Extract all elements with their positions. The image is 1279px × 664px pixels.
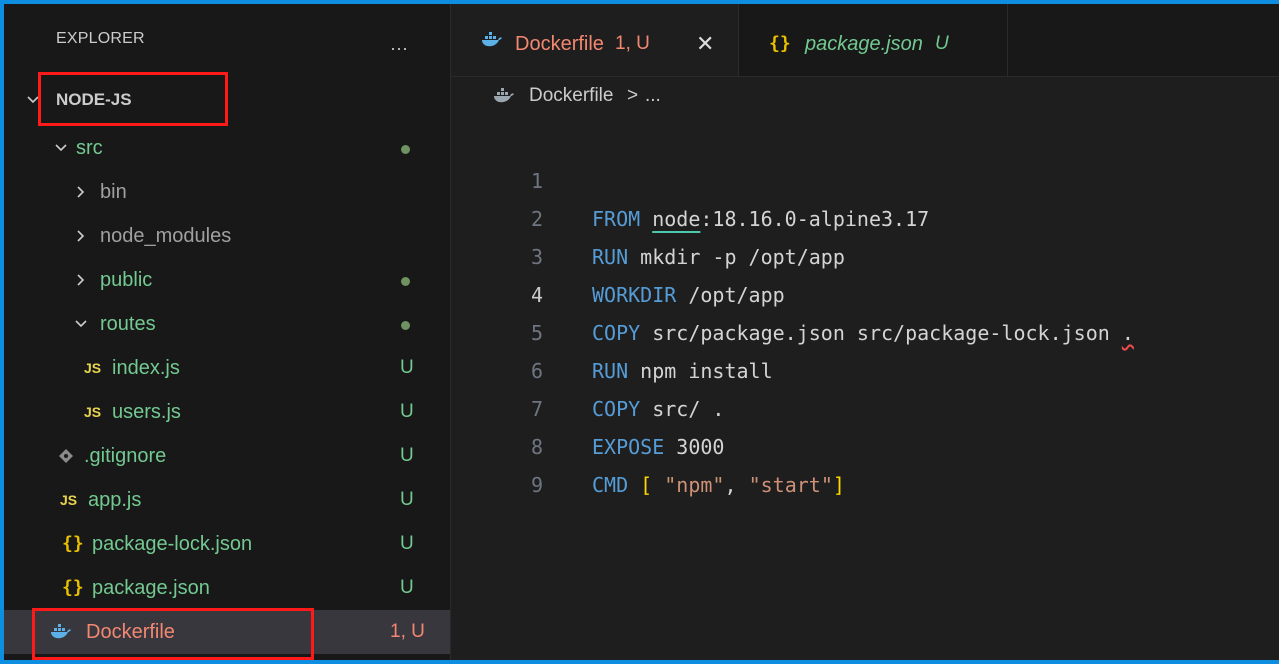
docker-file-icon <box>50 610 72 654</box>
tree-folder-node-modules[interactable]: node_modules <box>4 214 450 258</box>
explorer-header: EXPLORER ··· <box>4 4 450 57</box>
code-line: 7 EXPOSE 3000 <box>451 352 1279 459</box>
tree-item-label: users.js <box>112 401 181 423</box>
tree-folder-src[interactable]: src <box>4 126 450 170</box>
chevron-right-icon <box>74 214 90 258</box>
tab-package-json[interactable]: {} package.json U <box>739 4 1008 76</box>
problem-status-badge: 1, U <box>390 621 425 642</box>
code-line: 1 FROM node:18.16.0-alpine3.17 <box>451 124 1279 231</box>
git-file-icon <box>58 434 74 478</box>
chevron-down-icon <box>54 126 70 170</box>
chevron-down-icon <box>26 78 42 122</box>
json-file-icon: {} <box>62 577 84 598</box>
tree-file-package-lock-json[interactable]: {} package-lock.json U <box>4 522 450 566</box>
tab-dockerfile[interactable]: Dockerfile 1, U ✕ <box>451 4 739 76</box>
tree-item-label: src <box>76 137 103 159</box>
tree-file-index-js[interactable]: JS index.js U <box>4 346 450 390</box>
vscode-window: EXPLORER ··· NODE-JS src bin node_module… <box>4 4 1279 660</box>
git-status-badge: U <box>400 489 414 510</box>
code-line: 9 <box>451 428 1279 497</box>
tree-folder-routes[interactable]: routes <box>4 302 450 346</box>
tree-item-label: routes <box>100 313 156 335</box>
code-line: 5 RUN npm install <box>451 276 1279 383</box>
git-status-badge: U <box>400 401 414 422</box>
tab-status: U <box>935 33 949 54</box>
tree-file-gitignore[interactable]: .gitignore U <box>4 434 450 478</box>
code-line: 2 RUN mkdir -p /opt/app <box>451 162 1279 269</box>
root-folder-label: NODE-JS <box>56 90 132 109</box>
tree-folder-bin[interactable]: bin <box>4 170 450 214</box>
tree-item-label: package-lock.json <box>92 533 253 555</box>
tree-item-label: Dockerfile <box>86 621 175 643</box>
editor-tab-bar: Dockerfile 1, U ✕ {} package.json U <box>451 4 1279 77</box>
code-line: 3 WORKDIR /opt/app <box>451 200 1279 307</box>
javascript-file-icon: JS <box>84 404 102 420</box>
modified-dot-icon <box>401 321 410 330</box>
docker-file-icon <box>481 18 503 62</box>
breadcrumb-file[interactable]: Dockerfile <box>529 76 613 116</box>
modified-dot-icon <box>401 277 410 286</box>
code-line: 8 CMD [ "npm", "start"] <box>451 390 1279 497</box>
tree-item-label: bin <box>100 181 127 203</box>
code-editor[interactable]: 1 FROM node:18.16.0-alpine3.17 2 RUN mkd… <box>451 124 1279 660</box>
git-status-badge: U <box>400 357 414 378</box>
tab-label: package.json <box>805 33 923 55</box>
tree-folder-public[interactable]: public <box>4 258 450 302</box>
modified-dot-icon <box>401 145 410 154</box>
close-icon[interactable]: ✕ <box>696 10 714 78</box>
chevron-right-icon <box>74 258 90 302</box>
tree-file-app-js[interactable]: JS app.js U <box>4 478 450 522</box>
git-status-badge: U <box>400 577 414 598</box>
tree-file-package-json[interactable]: {} package.json U <box>4 566 450 610</box>
explorer-sidebar: EXPLORER ··· NODE-JS src bin node_module… <box>4 4 451 660</box>
explorer-title: EXPLORER <box>56 30 145 47</box>
breadcrumb-rest[interactable]: ... <box>645 76 661 116</box>
code-line: 6 COPY src/ . <box>451 314 1279 421</box>
more-actions-icon[interactable]: ··· <box>390 39 408 57</box>
tree-root-node-js[interactable]: NODE-JS <box>4 78 450 122</box>
code-text: CMD [ "npm", "start"] <box>592 473 845 497</box>
docker-file-icon <box>493 74 515 118</box>
tab-status: 1, U <box>615 33 650 54</box>
breadcrumb-separator: > <box>627 85 639 106</box>
tree-file-dockerfile[interactable]: Dockerfile 1, U <box>4 610 450 654</box>
tree-file-users-js[interactable]: JS users.js U <box>4 390 450 434</box>
json-file-icon: {} <box>62 533 84 554</box>
tree-item-label: public <box>100 269 153 291</box>
breadcrumb: Dockerfile > ... <box>451 76 1279 116</box>
code-line-current: 4 COPY src/package.json src/package-lock… <box>451 238 1279 345</box>
javascript-file-icon: JS <box>60 492 78 508</box>
tree-item-label: app.js <box>88 489 142 511</box>
tree-item-label: index.js <box>112 357 180 379</box>
chevron-down-icon <box>74 302 90 346</box>
tab-label: Dockerfile <box>515 33 604 55</box>
tree-item-label: package.json <box>92 577 210 599</box>
tree-item-label: .gitignore <box>84 445 167 467</box>
git-status-badge: U <box>400 533 414 554</box>
line-number: 9 <box>530 473 543 497</box>
javascript-file-icon: JS <box>84 360 102 376</box>
json-file-icon: {} <box>769 33 791 54</box>
chevron-right-icon <box>74 170 90 214</box>
tree-item-label: node_modules <box>100 225 232 247</box>
git-status-badge: U <box>400 445 414 466</box>
